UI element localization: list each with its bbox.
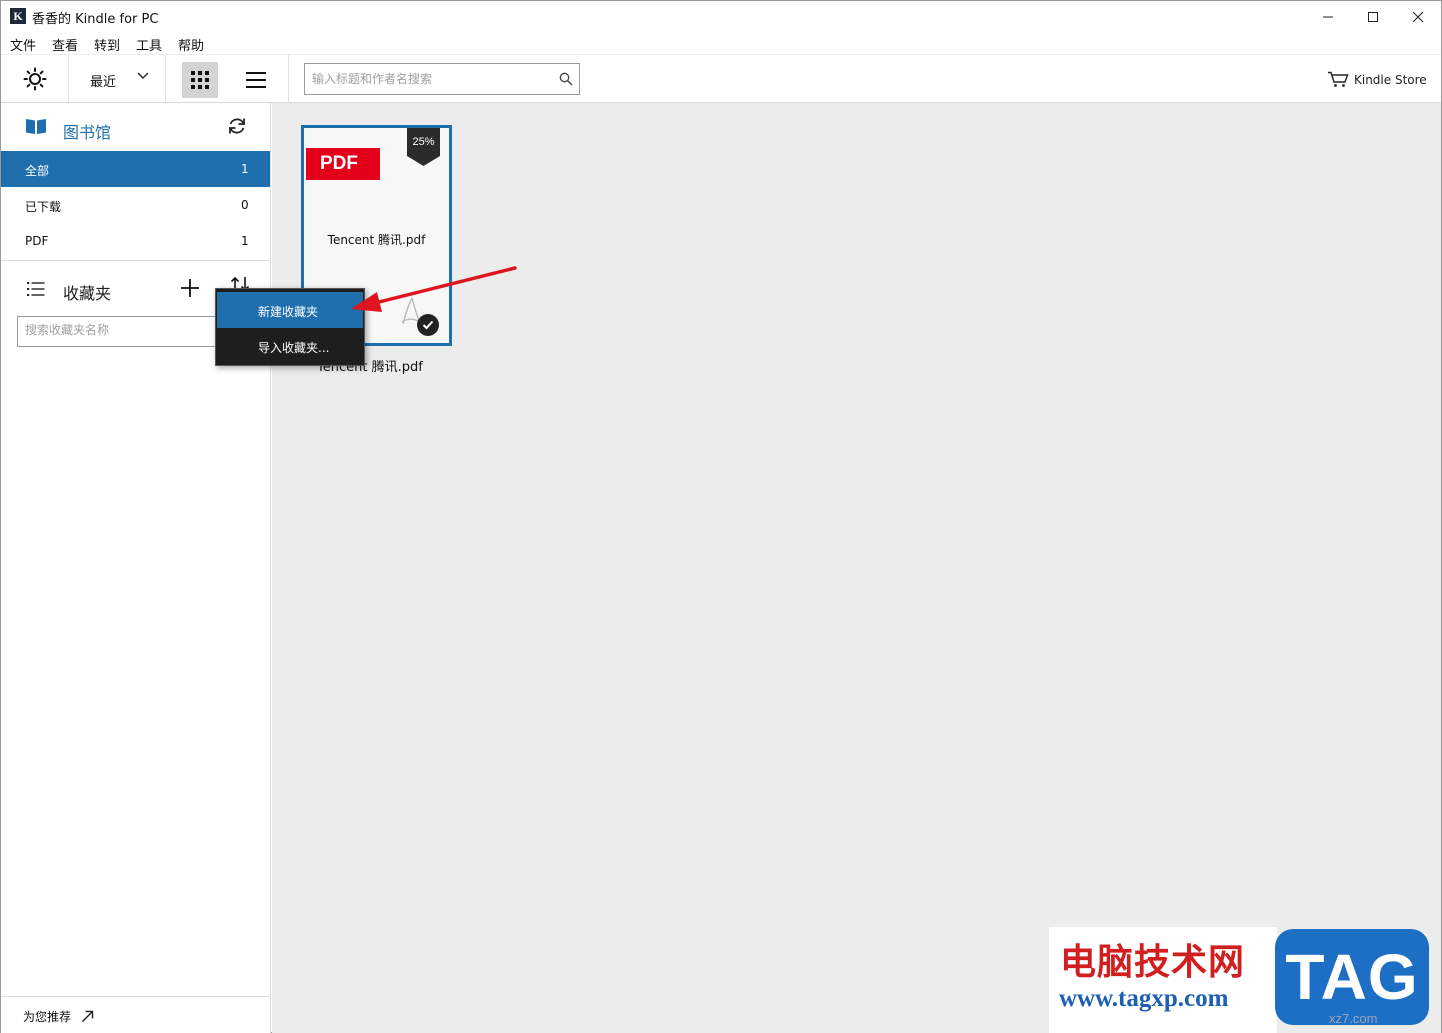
reading-progress-ribbon: 25%: [407, 128, 440, 166]
watermark-text-panel: 电脑技术网 www.tagxp.com: [1049, 927, 1277, 1033]
import-collection-menu-item[interactable]: 导入收藏夹...: [217, 328, 363, 364]
kindle-app-icon: K: [10, 8, 26, 24]
shopping-cart-icon: [1328, 71, 1349, 87]
grid-view-button[interactable]: [182, 62, 218, 98]
menu-bar: 文件 查看 转到 工具 帮助: [1, 32, 1441, 54]
sun-icon: [23, 67, 47, 91]
menu-tools[interactable]: 工具: [136, 35, 162, 54]
list-icon: [246, 72, 266, 88]
collection-search-box: [17, 316, 247, 347]
check-icon: [422, 320, 434, 330]
sidebar-divider: [1, 996, 270, 997]
sort-dropdown-label[interactable]: 最近: [90, 71, 116, 90]
library-search-box: [304, 63, 580, 95]
book-icon: [26, 119, 46, 134]
library-filter-pdf[interactable]: PDF 1: [1, 223, 270, 259]
sync-icon[interactable]: [227, 116, 247, 136]
external-link-icon: [82, 1010, 94, 1022]
brightness-button[interactable]: [15, 64, 55, 94]
collections-title: 收藏夹: [63, 284, 112, 303]
maximize-icon: [1368, 11, 1378, 22]
kindle-store-link[interactable]: Kindle Store: [1327, 71, 1427, 88]
toolbar-separator: [68, 55, 69, 103]
menu-view[interactable]: 查看: [52, 35, 78, 54]
recommendations-link[interactable]: 为您推荐: [23, 1008, 94, 1025]
annotation-arrow: [351, 266, 517, 312]
menu-help[interactable]: 帮助: [178, 35, 204, 54]
library-title[interactable]: 图书馆: [63, 119, 111, 143]
maximize-button[interactable]: [1350, 1, 1396, 32]
book-cover-title: Tencent 腾讯.pdf: [327, 233, 426, 247]
kindle-store-label: Kindle Store: [1354, 72, 1427, 87]
grid-icon: [191, 71, 209, 89]
minimize-icon: [1323, 16, 1333, 17]
filter-count: 1: [241, 234, 249, 248]
sort-dropdown-button[interactable]: [136, 69, 150, 87]
menu-goto[interactable]: 转到: [94, 35, 120, 54]
window-title: 香香的 Kindle for PC: [32, 12, 159, 27]
close-button[interactable]: [1395, 1, 1441, 32]
menu-file[interactable]: 文件: [10, 35, 36, 54]
filter-label: 全部: [25, 164, 50, 178]
library-filter-downloaded[interactable]: 已下载 0: [1, 187, 270, 223]
library-search-input[interactable]: [312, 70, 552, 88]
toolbar-separator: [165, 55, 166, 103]
filter-label: 已下载: [25, 200, 62, 214]
kindle-window: K 香香的 Kindle for PC 文件 查看 转到 工具 帮助 最近 输入…: [0, 0, 1442, 1033]
watermark-url: www.tagxp.com: [1059, 985, 1229, 1012]
watermark-small-url: xz7.com: [1329, 1011, 1378, 1026]
minimize-button[interactable]: [1305, 1, 1351, 32]
recommendations-label: 为您推荐: [23, 1010, 72, 1024]
library-content: PDF 25% Tencent 腾讯.pdf Tencent 腾讯.pdf: [272, 103, 1441, 1033]
sidebar-divider: [1, 260, 270, 261]
toolbar: 最近 Kindle Store: [1, 54, 1441, 103]
menu-item-label: 新建收藏夹: [258, 305, 319, 319]
collection-search-input[interactable]: [25, 323, 205, 337]
library-filter-all[interactable]: 全部 1: [1, 151, 270, 187]
add-collection-icon[interactable]: [180, 278, 200, 298]
sidebar: 图书馆 全部 1 已下载 0 PDF 1 收藏夹 搜索收藏夹名称 为您推荐: [1, 103, 271, 1033]
pdf-badge: PDF: [306, 148, 380, 180]
toolbar-separator: [288, 55, 289, 103]
watermark-site-name: 电脑技术网: [1060, 941, 1246, 983]
menu-item-label: 导入收藏夹...: [258, 341, 330, 355]
filter-count: 1: [241, 162, 249, 176]
title-bar: K 香香的 Kindle for PC: [1, 1, 1441, 32]
search-icon[interactable]: [559, 72, 573, 86]
filter-count: 0: [241, 198, 249, 212]
reading-progress-text: 25%: [412, 136, 435, 148]
close-icon: [1412, 11, 1424, 22]
chevron-down-icon: [137, 72, 149, 79]
library-header: 图书馆: [1, 103, 270, 151]
filter-label: PDF: [25, 234, 49, 248]
site-watermark: 电脑技术网 www.tagxp.com TAG xz7.com: [1049, 927, 1441, 1033]
list-view-button[interactable]: [238, 62, 274, 98]
collections-list-icon: [27, 282, 45, 296]
